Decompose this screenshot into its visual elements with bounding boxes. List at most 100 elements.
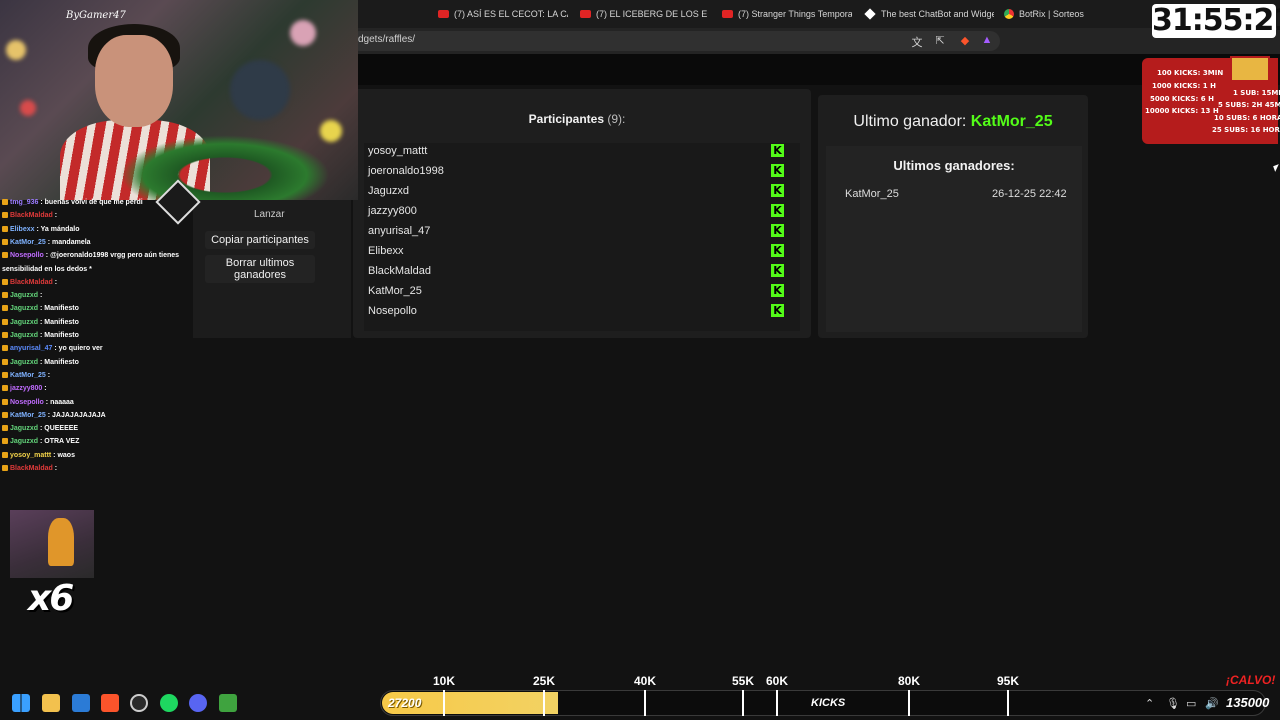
share-icon[interactable]: ⇱ xyxy=(933,34,947,47)
brave-rewards-icon[interactable]: ▲ xyxy=(980,34,994,46)
streamer-face xyxy=(95,35,173,127)
gift-icon xyxy=(1230,56,1270,82)
chat-username[interactable]: Jaguzxd xyxy=(10,425,38,432)
chat-message: Nosepollo : naaaaa xyxy=(2,398,74,407)
spotify-icon[interactable] xyxy=(160,694,178,712)
youtube-icon xyxy=(580,10,591,18)
chat-separator: : xyxy=(42,385,47,392)
chat-badge-icon xyxy=(2,252,8,259)
chat-badge-icon xyxy=(2,319,8,326)
chat-badge-icon xyxy=(2,226,8,233)
tab-stranger-things[interactable]: (7) Stranger Things Temporada xyxy=(722,6,852,22)
brave-browser-icon[interactable] xyxy=(101,694,119,712)
chat-text: OTRA VEZ xyxy=(44,438,80,445)
chat-badge-icon xyxy=(2,385,8,392)
obs-icon[interactable] xyxy=(130,694,148,712)
chrome-icon xyxy=(1004,9,1014,19)
participant-name: joeronaldo1998 xyxy=(368,165,444,177)
chat-text: Manifiesto xyxy=(44,359,79,366)
volume-icon[interactable]: 🔊 xyxy=(1205,697,1219,710)
minecraft-icon[interactable] xyxy=(219,694,237,712)
chat-message: BlackMaldad : xyxy=(2,464,57,473)
chat-username[interactable]: tmg_936 xyxy=(10,199,38,206)
participants-label: Participantes xyxy=(528,112,605,126)
chat-username[interactable]: Jaguzxd xyxy=(10,359,38,366)
last-winner-label: Ultimo ganador: xyxy=(853,113,967,130)
chat-username[interactable]: Jaguzxd xyxy=(10,438,38,445)
chat-message: Elibexx : Ya mándalo xyxy=(2,225,80,234)
brave-shield-icon[interactable]: ◆ xyxy=(958,34,972,47)
chat-badge-icon xyxy=(2,332,8,339)
tab-botrix-widgets[interactable]: The best ChatBot and Widgets xyxy=(864,6,994,22)
kicks-current: 27200 xyxy=(388,696,422,710)
chat-username[interactable]: Nosepollo xyxy=(10,399,44,406)
microphone-icon[interactable]: 🎙 xyxy=(1166,697,1180,710)
chat-username[interactable]: KatMor_25 xyxy=(10,239,46,246)
kick-icon: K xyxy=(771,304,784,317)
chat-badge-icon xyxy=(2,399,8,406)
chat-username[interactable]: BlackMaldad xyxy=(10,212,53,219)
chat-username[interactable]: Elibexx xyxy=(10,226,35,233)
tab-iceberg[interactable]: (7) EL ICEBERG DE LOS ENCUE xyxy=(580,6,708,22)
chat-username[interactable]: Nosepollo xyxy=(10,252,44,259)
chat-username[interactable]: KatMor_25 xyxy=(10,372,46,379)
windows-start-icon[interactable] xyxy=(12,694,30,712)
sub-goal: 5 SUBS: 2H 45MIN xyxy=(1218,101,1280,109)
chat-username[interactable]: BlackMaldad xyxy=(10,465,53,472)
discord-icon[interactable] xyxy=(189,694,207,712)
light-decoration xyxy=(6,40,26,60)
display-icon[interactable]: ▭ xyxy=(1186,697,1196,710)
kick-icon: K xyxy=(771,204,784,217)
participants-title: Participantes (9): xyxy=(353,112,801,126)
chat-badge-icon xyxy=(2,212,8,219)
chat-badge-icon xyxy=(2,279,8,286)
milestone-label: 10K xyxy=(432,674,455,688)
chat-username[interactable]: Jaguzxd xyxy=(10,292,38,299)
participant-name: anyurisal_47 xyxy=(368,225,431,237)
youtube-icon xyxy=(722,10,733,18)
chat-message: Jaguzxd : Manifiesto xyxy=(2,358,79,367)
participant-name: yosoy_mattt xyxy=(368,145,428,157)
youtube-icon xyxy=(438,10,449,18)
chat-message: tmg_936 : buenas volvi de que me perdi xyxy=(2,198,143,207)
chat-separator: : xyxy=(45,372,51,379)
url-field[interactable] xyxy=(350,31,1000,51)
winners-history-panel xyxy=(826,146,1082,332)
chat-username[interactable]: Jaguzxd xyxy=(10,319,38,326)
chat-message: KatMor_25 : mandamela xyxy=(2,238,91,247)
last-winner: Ultimo ganador: KatMor_25 xyxy=(818,113,1088,131)
chat-username[interactable]: Jaguzxd xyxy=(10,305,38,312)
chevron-up-icon[interactable]: ⌃ xyxy=(1145,697,1154,710)
chat-badge-icon xyxy=(2,438,8,445)
kick-icon: K xyxy=(771,224,784,237)
light-decoration xyxy=(290,20,316,46)
chat-message: yosoy_mattt : waos xyxy=(2,451,75,460)
store-icon[interactable] xyxy=(72,694,90,712)
file-explorer-icon[interactable] xyxy=(42,694,60,712)
chat-username[interactable]: yosoy_mattt xyxy=(10,452,51,459)
url-text[interactable]: dgets/raffles/ xyxy=(358,34,415,45)
translate-icon[interactable]: 文 xyxy=(910,34,924,50)
multiplier-text: x6 xyxy=(28,578,74,619)
chat-username[interactable]: jazzyy800 xyxy=(10,385,42,392)
kick-goal: 1000 KICKS: 1 H xyxy=(1152,82,1216,90)
milestone-marker xyxy=(1007,690,1009,716)
chat-username[interactable]: anyurisal_47 xyxy=(10,345,52,352)
chat-username[interactable]: KatMor_25 xyxy=(10,412,46,419)
copy-participants-button[interactable]: Copiar participantes xyxy=(205,231,315,249)
kick-icon: K xyxy=(771,184,784,197)
clear-winners-button[interactable]: Borrar ultimos ganadores xyxy=(205,255,315,283)
chat-username[interactable]: BlackMaldad xyxy=(10,279,53,286)
alert-clip xyxy=(10,510,94,578)
chat-badge-icon xyxy=(2,239,8,246)
participant-name: Nosepollo xyxy=(368,305,417,317)
botrix-icon xyxy=(864,8,876,20)
draw-button-label[interactable]: Lanzar xyxy=(254,209,285,220)
chat-username[interactable]: Jaguzxd xyxy=(10,332,38,339)
participant-name: BlackMaldad xyxy=(368,265,431,277)
chat-message: BlackMaldad : xyxy=(2,278,57,287)
final-goal-label: ¡CALVO! xyxy=(1226,673,1276,687)
tab-label: (7) EL ICEBERG DE LOS ENCUE xyxy=(596,9,708,19)
tab-cecot[interactable]: (7) ASÍ ES EL CECOT: LA CÁRCE xyxy=(438,6,568,22)
tab-botrix-sorteos[interactable]: BotRix | Sorteos xyxy=(1004,6,1114,22)
